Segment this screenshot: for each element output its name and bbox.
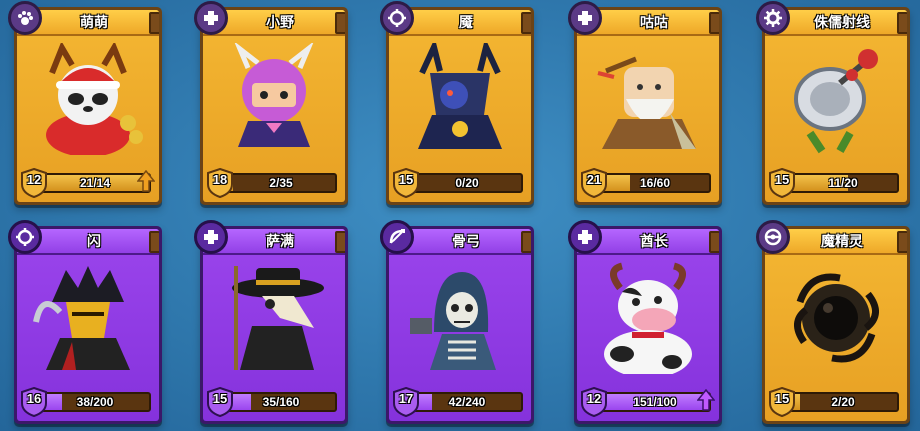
ray-dish-icon [775,40,897,158]
card-name: 魇 [459,14,473,30]
target-icon [380,1,414,35]
card-name: 侏儒射线 [814,14,870,30]
level-number: 12 [586,391,602,406]
cow-chief-icon [587,259,709,377]
level-progress-row: 12 21/14 [21,167,155,199]
dark-orb-icon [775,259,897,377]
plague-doctor-icon [213,259,335,377]
old-sage-icon [587,40,709,158]
card-corner-tab [149,12,159,34]
progress-text: 38/200 [76,395,114,409]
progress-bar: 2/35 [225,173,337,193]
card-mengmeng[interactable]: 萌萌 12 21/14 [8,1,162,205]
gear-icon [756,1,790,35]
card-corner-tab [709,12,719,34]
card-corner-tab [897,231,907,253]
progress-text: 2/35 [269,176,293,190]
card-name: 骨弓 [452,233,480,249]
progress-text: 16/60 [639,176,671,190]
level-number: 15 [212,391,228,406]
card-corner-tab [149,231,159,253]
level-number: 15 [774,172,790,187]
card-name: 咕咕 [640,14,668,30]
progress-bar: 42/240 [411,392,523,412]
progress-text: 11/20 [828,176,858,190]
level-number: 17 [398,391,414,406]
card-yan[interactable]: 魇 15 0/20 [380,1,534,205]
card-gugu[interactable]: 咕咕 21 16/60 [568,1,722,205]
card-grid: 萌萌 12 21/14 小野 18 2/35 魇 15 0/20 咕咕 21 1… [0,0,920,431]
pokeball-icon [756,220,790,254]
gamepad-cross-icon [194,220,228,254]
gamepad-cross-icon [568,220,602,254]
target-icon [8,220,42,254]
card-corner-tab [897,12,907,34]
masked-ninja-icon [27,259,149,377]
card-mojingling[interactable]: 魔精灵 15 2/20 [756,220,910,424]
progress-bar: 16/60 [599,173,711,193]
progress-text: 21/14 [79,176,111,190]
level-number: 15 [774,391,790,406]
gamepad-cross-icon [194,1,228,35]
gamepad-cross-icon [568,1,602,35]
card-corner-tab [709,231,719,253]
bow-icon [380,220,414,254]
card-name: 魔精灵 [821,233,863,249]
level-progress-row: 18 2/35 [207,167,341,199]
card-name: 萌萌 [80,14,108,30]
card-corner-tab [335,12,345,34]
paw-icon [8,1,42,35]
progress-bar: 11/20 [787,173,899,193]
card-name: 小野 [266,14,294,30]
level-progress-row: 15 0/20 [393,167,527,199]
santa-panda-icon [27,40,149,158]
card-gugong[interactable]: 骨弓 17 42/240 [380,220,534,424]
card-name: 闪 [87,233,101,249]
progress-text: 42/240 [448,395,486,409]
progress-bar: 151/100 [599,392,711,412]
level-number: 18 [212,172,228,187]
upgrade-arrow-icon[interactable] [137,170,155,192]
card-zhuru-shexian[interactable]: 侏儒射线 15 11/20 [756,1,910,205]
card-saman[interactable]: 萨满 15 35/160 [194,220,348,424]
level-number: 16 [26,391,42,406]
card-name: 萨满 [266,233,294,249]
level-progress-row: 15 35/160 [207,386,341,418]
level-progress-row: 12 151/100 [581,386,715,418]
progress-bar: 2/20 [787,392,899,412]
level-progress-row: 17 42/240 [393,386,527,418]
card-corner-tab [335,231,345,253]
progress-text: 0/20 [455,176,479,190]
dark-knight-icon [399,40,521,158]
card-qiuzhang[interactable]: 酋长 12 151/100 [568,220,722,424]
progress-text: 35/160 [262,395,300,409]
card-corner-tab [521,12,531,34]
card-corner-tab [521,231,531,253]
card-xiaoye[interactable]: 小野 18 2/35 [194,1,348,205]
level-number: 21 [586,172,602,187]
card-shan[interactable]: 闪 16 38/200 [8,220,162,424]
card-name: 酋长 [640,233,668,249]
progress-text: 151/100 [633,395,677,409]
upgrade-arrow-icon[interactable] [697,389,715,411]
progress-bar: 21/14 [39,173,151,193]
level-progress-row: 16 38/200 [21,386,155,418]
level-number: 12 [26,172,42,187]
level-progress-row: 15 2/20 [769,386,903,418]
horned-helmet-girl-icon [213,40,335,158]
level-progress-row: 15 11/20 [769,167,903,199]
skeleton-archer-icon [399,259,521,377]
level-number: 15 [398,172,414,187]
level-progress-row: 21 16/60 [581,167,715,199]
progress-bar: 38/200 [39,392,151,412]
progress-bar: 35/160 [225,392,337,412]
progress-text: 2/20 [831,395,855,409]
progress-bar: 0/20 [411,173,523,193]
